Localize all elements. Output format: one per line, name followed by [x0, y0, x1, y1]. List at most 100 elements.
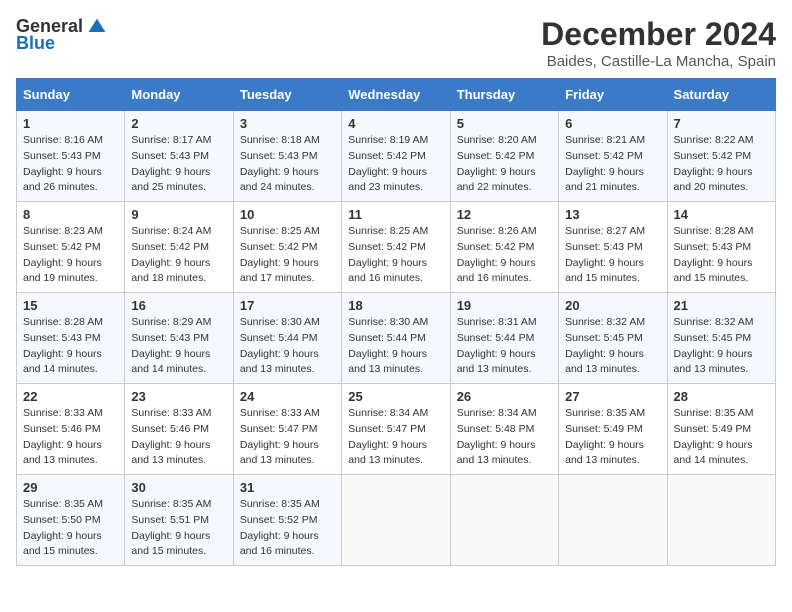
calendar-cell: 29 Sunrise: 8:35 AMSunset: 5:50 PMDaylig…	[17, 475, 125, 566]
calendar-cell: 10 Sunrise: 8:25 AMSunset: 5:42 PMDaylig…	[233, 202, 341, 293]
day-info: Sunrise: 8:34 AMSunset: 5:47 PMDaylight:…	[348, 407, 428, 466]
day-number: 19	[457, 298, 552, 313]
calendar-cell: 11 Sunrise: 8:25 AMSunset: 5:42 PMDaylig…	[342, 202, 450, 293]
day-number: 12	[457, 207, 552, 222]
day-number: 7	[674, 116, 769, 131]
calendar-cell: 16 Sunrise: 8:29 AMSunset: 5:43 PMDaylig…	[125, 293, 233, 384]
day-info: Sunrise: 8:35 AMSunset: 5:49 PMDaylight:…	[565, 407, 645, 466]
calendar-cell: 31 Sunrise: 8:35 AMSunset: 5:52 PMDaylig…	[233, 475, 341, 566]
calendar-cell: 3 Sunrise: 8:18 AMSunset: 5:43 PMDayligh…	[233, 111, 341, 202]
day-number: 6	[565, 116, 660, 131]
day-info: Sunrise: 8:27 AMSunset: 5:43 PMDaylight:…	[565, 225, 645, 284]
calendar-cell: 17 Sunrise: 8:30 AMSunset: 5:44 PMDaylig…	[233, 293, 341, 384]
day-info: Sunrise: 8:33 AMSunset: 5:46 PMDaylight:…	[131, 407, 211, 466]
day-number: 26	[457, 389, 552, 404]
calendar-cell: 30 Sunrise: 8:35 AMSunset: 5:51 PMDaylig…	[125, 475, 233, 566]
calendar-cell: 15 Sunrise: 8:28 AMSunset: 5:43 PMDaylig…	[17, 293, 125, 384]
calendar-cell	[559, 475, 667, 566]
calendar-cell: 27 Sunrise: 8:35 AMSunset: 5:49 PMDaylig…	[559, 384, 667, 475]
day-info: Sunrise: 8:31 AMSunset: 5:44 PMDaylight:…	[457, 316, 537, 375]
day-number: 4	[348, 116, 443, 131]
calendar-cell: 12 Sunrise: 8:26 AMSunset: 5:42 PMDaylig…	[450, 202, 558, 293]
day-number: 15	[23, 298, 118, 313]
day-info: Sunrise: 8:35 AMSunset: 5:52 PMDaylight:…	[240, 498, 320, 557]
day-header-tuesday: Tuesday	[233, 79, 341, 111]
day-info: Sunrise: 8:16 AMSunset: 5:43 PMDaylight:…	[23, 134, 103, 193]
day-number: 13	[565, 207, 660, 222]
calendar-cell: 24 Sunrise: 8:33 AMSunset: 5:47 PMDaylig…	[233, 384, 341, 475]
day-number: 27	[565, 389, 660, 404]
calendar-cell: 18 Sunrise: 8:30 AMSunset: 5:44 PMDaylig…	[342, 293, 450, 384]
day-number: 18	[348, 298, 443, 313]
day-number: 10	[240, 207, 335, 222]
calendar-cell: 28 Sunrise: 8:35 AMSunset: 5:49 PMDaylig…	[667, 384, 775, 475]
calendar-cell: 7 Sunrise: 8:22 AMSunset: 5:42 PMDayligh…	[667, 111, 775, 202]
day-number: 11	[348, 207, 443, 222]
calendar-week-row: 29 Sunrise: 8:35 AMSunset: 5:50 PMDaylig…	[17, 475, 776, 566]
calendar-cell: 21 Sunrise: 8:32 AMSunset: 5:45 PMDaylig…	[667, 293, 775, 384]
day-info: Sunrise: 8:30 AMSunset: 5:44 PMDaylight:…	[240, 316, 320, 375]
day-number: 20	[565, 298, 660, 313]
day-info: Sunrise: 8:18 AMSunset: 5:43 PMDaylight:…	[240, 134, 320, 193]
day-info: Sunrise: 8:26 AMSunset: 5:42 PMDaylight:…	[457, 225, 537, 284]
calendar-cell: 4 Sunrise: 8:19 AMSunset: 5:42 PMDayligh…	[342, 111, 450, 202]
day-number: 28	[674, 389, 769, 404]
day-header-wednesday: Wednesday	[342, 79, 450, 111]
day-number: 17	[240, 298, 335, 313]
calendar-week-row: 8 Sunrise: 8:23 AMSunset: 5:42 PMDayligh…	[17, 202, 776, 293]
calendar-week-row: 15 Sunrise: 8:28 AMSunset: 5:43 PMDaylig…	[17, 293, 776, 384]
day-info: Sunrise: 8:30 AMSunset: 5:44 PMDaylight:…	[348, 316, 428, 375]
day-number: 25	[348, 389, 443, 404]
page-header: General Blue December 2024 Baides, Casti…	[16, 16, 776, 70]
calendar-cell: 2 Sunrise: 8:17 AMSunset: 5:43 PMDayligh…	[125, 111, 233, 202]
day-info: Sunrise: 8:35 AMSunset: 5:50 PMDaylight:…	[23, 498, 103, 557]
day-info: Sunrise: 8:33 AMSunset: 5:46 PMDaylight:…	[23, 407, 103, 466]
calendar-week-row: 1 Sunrise: 8:16 AMSunset: 5:43 PMDayligh…	[17, 111, 776, 202]
day-info: Sunrise: 8:21 AMSunset: 5:42 PMDaylight:…	[565, 134, 645, 193]
day-info: Sunrise: 8:34 AMSunset: 5:48 PMDaylight:…	[457, 407, 537, 466]
day-number: 5	[457, 116, 552, 131]
location-subtitle: Baides, Castille-La Mancha, Spain	[541, 53, 776, 70]
calendar-cell: 14 Sunrise: 8:28 AMSunset: 5:43 PMDaylig…	[667, 202, 775, 293]
day-info: Sunrise: 8:23 AMSunset: 5:42 PMDaylight:…	[23, 225, 103, 284]
calendar-cell: 26 Sunrise: 8:34 AMSunset: 5:48 PMDaylig…	[450, 384, 558, 475]
logo: General Blue	[16, 16, 107, 54]
calendar-cell	[450, 475, 558, 566]
day-number: 23	[131, 389, 226, 404]
calendar-cell	[342, 475, 450, 566]
day-info: Sunrise: 8:19 AMSunset: 5:42 PMDaylight:…	[348, 134, 428, 193]
calendar-cell: 20 Sunrise: 8:32 AMSunset: 5:45 PMDaylig…	[559, 293, 667, 384]
day-number: 24	[240, 389, 335, 404]
day-number: 1	[23, 116, 118, 131]
day-number: 8	[23, 207, 118, 222]
day-header-monday: Monday	[125, 79, 233, 111]
day-info: Sunrise: 8:25 AMSunset: 5:42 PMDaylight:…	[240, 225, 320, 284]
logo-icon	[87, 17, 107, 37]
day-info: Sunrise: 8:25 AMSunset: 5:42 PMDaylight:…	[348, 225, 428, 284]
day-info: Sunrise: 8:24 AMSunset: 5:42 PMDaylight:…	[131, 225, 211, 284]
day-info: Sunrise: 8:32 AMSunset: 5:45 PMDaylight:…	[674, 316, 754, 375]
day-number: 2	[131, 116, 226, 131]
calendar-cell: 22 Sunrise: 8:33 AMSunset: 5:46 PMDaylig…	[17, 384, 125, 475]
calendar-cell: 9 Sunrise: 8:24 AMSunset: 5:42 PMDayligh…	[125, 202, 233, 293]
calendar-week-row: 22 Sunrise: 8:33 AMSunset: 5:46 PMDaylig…	[17, 384, 776, 475]
month-title: December 2024	[541, 16, 776, 53]
calendar-cell: 6 Sunrise: 8:21 AMSunset: 5:42 PMDayligh…	[559, 111, 667, 202]
day-number: 31	[240, 480, 335, 495]
day-number: 29	[23, 480, 118, 495]
day-info: Sunrise: 8:22 AMSunset: 5:42 PMDaylight:…	[674, 134, 754, 193]
day-info: Sunrise: 8:28 AMSunset: 5:43 PMDaylight:…	[23, 316, 103, 375]
day-number: 30	[131, 480, 226, 495]
calendar-header-row: SundayMondayTuesdayWednesdayThursdayFrid…	[17, 79, 776, 111]
calendar-cell: 23 Sunrise: 8:33 AMSunset: 5:46 PMDaylig…	[125, 384, 233, 475]
day-info: Sunrise: 8:33 AMSunset: 5:47 PMDaylight:…	[240, 407, 320, 466]
day-info: Sunrise: 8:28 AMSunset: 5:43 PMDaylight:…	[674, 225, 754, 284]
day-info: Sunrise: 8:29 AMSunset: 5:43 PMDaylight:…	[131, 316, 211, 375]
day-info: Sunrise: 8:17 AMSunset: 5:43 PMDaylight:…	[131, 134, 211, 193]
day-info: Sunrise: 8:20 AMSunset: 5:42 PMDaylight:…	[457, 134, 537, 193]
day-number: 14	[674, 207, 769, 222]
calendar-cell: 25 Sunrise: 8:34 AMSunset: 5:47 PMDaylig…	[342, 384, 450, 475]
calendar-cell: 19 Sunrise: 8:31 AMSunset: 5:44 PMDaylig…	[450, 293, 558, 384]
day-header-thursday: Thursday	[450, 79, 558, 111]
day-header-saturday: Saturday	[667, 79, 775, 111]
